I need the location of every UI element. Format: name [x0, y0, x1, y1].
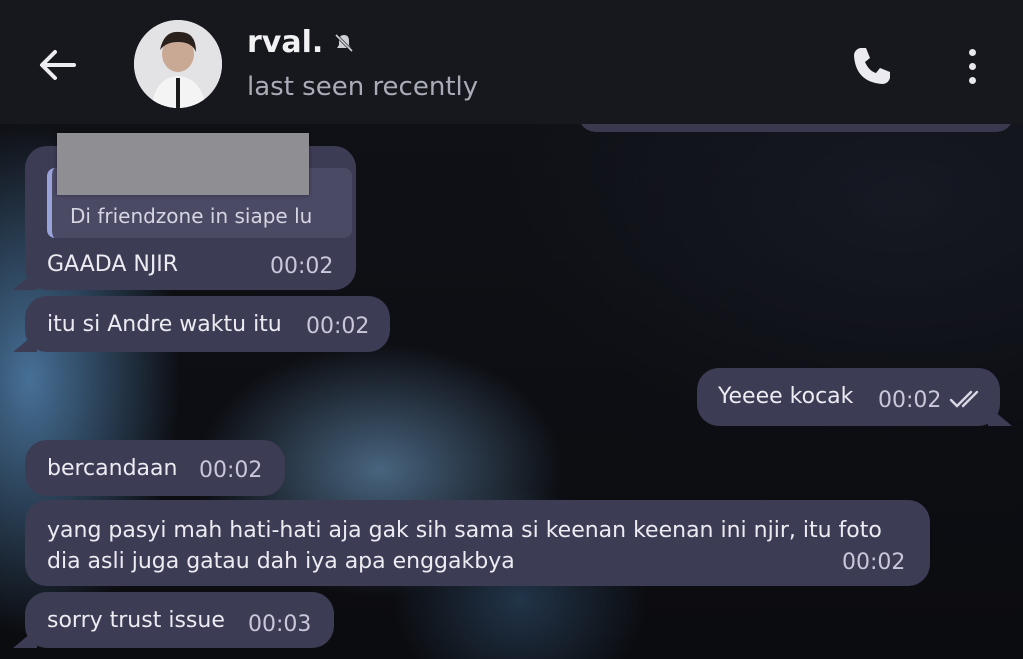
bell-off-icon: [335, 33, 354, 52]
message-time: 00:02: [306, 314, 370, 339]
message-bubble[interactable]: yang pasyi mah hati-hati aja gak sih sam…: [25, 500, 930, 586]
message-text: sorry trust issue: [47, 608, 225, 633]
last-seen-status: last seen recently: [247, 72, 479, 102]
message-text-line-1: yang pasyi mah hati-hati aja gak sih sam…: [47, 518, 882, 543]
message-text: itu si Andre waktu itu: [47, 312, 282, 337]
message-time: 00:02: [270, 254, 334, 279]
message-text: Yeeee kocak: [718, 384, 854, 409]
reply-preview-text: Di friendzone in siape lu: [70, 204, 313, 228]
message-time: 00:02: [878, 388, 942, 413]
message-time: 00:03: [248, 612, 312, 637]
chat-header: rval. last seen recently: [0, 0, 1023, 124]
message-time: 00:02: [842, 550, 906, 575]
contact-name-row[interactable]: rval.: [247, 25, 355, 60]
contact-name: rval.: [247, 25, 324, 60]
message-time: 00:02: [199, 458, 263, 483]
message-text: bercandaan: [47, 456, 178, 481]
arrow-left-icon: [40, 50, 76, 80]
avatar-image: [134, 20, 222, 108]
redacted-block: [57, 133, 309, 195]
message-text: GAADA NJIR: [47, 252, 179, 277]
outgoing-message-bubble[interactable]: Yeeee kocak 00:02: [697, 368, 1000, 426]
call-button[interactable]: [848, 42, 896, 90]
avatar[interactable]: [134, 20, 222, 108]
phone-icon: [854, 48, 890, 84]
back-button[interactable]: [32, 40, 82, 90]
message-bubble[interactable]: sorry trust issue 00:03: [25, 592, 334, 648]
message-bubble[interactable]: itu si Andre waktu itu 00:02: [25, 296, 390, 352]
message-text-line-2: dia asli juga gatau dah iya apa enggakby…: [47, 549, 515, 574]
more-vertical-icon[interactable]: [955, 42, 989, 90]
double-check-icon: [949, 390, 979, 408]
message-bubble[interactable]: bercandaan 00:02: [25, 440, 285, 496]
